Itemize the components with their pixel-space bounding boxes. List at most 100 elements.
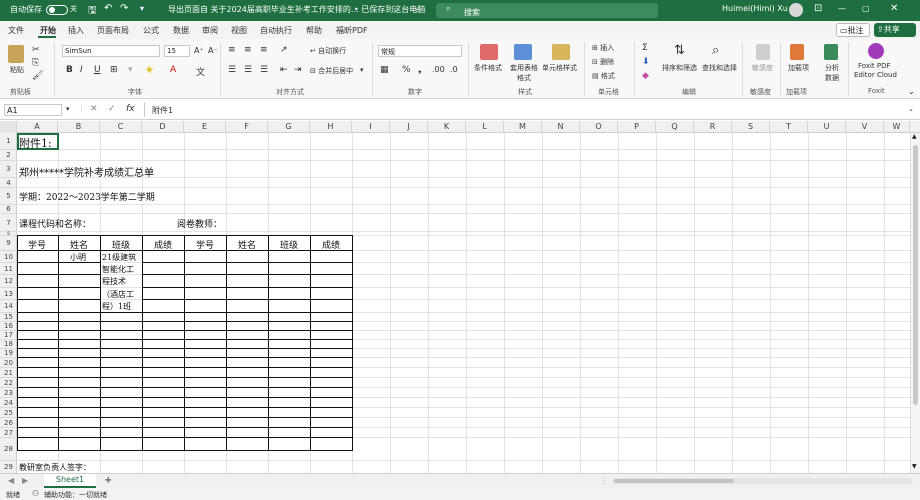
wrap-text-button[interactable]: ↵ 自动换行 bbox=[310, 46, 346, 56]
sheet-title[interactable]: 郑州*****学院补考成绩汇总单 bbox=[19, 164, 154, 179]
menu-view[interactable]: 视图 bbox=[231, 25, 247, 36]
redo-icon[interactable]: ↷ bbox=[120, 3, 128, 14]
cut-icon[interactable]: ✂ bbox=[32, 45, 40, 55]
underline-button[interactable]: U bbox=[94, 65, 101, 75]
horizontal-scrollbar[interactable] bbox=[612, 478, 912, 484]
maximize-icon[interactable]: ▢ bbox=[862, 4, 870, 13]
row-header[interactable]: 15 bbox=[0, 313, 17, 322]
align-top-icon[interactable]: ≡ bbox=[228, 45, 236, 55]
enter-icon[interactable]: ✓ bbox=[108, 104, 116, 114]
hscroll-thumb[interactable] bbox=[614, 479, 734, 483]
cell-styles-icon[interactable] bbox=[552, 44, 570, 60]
column-header[interactable]: J bbox=[390, 121, 428, 133]
menu-help[interactable]: 帮助 bbox=[306, 25, 322, 36]
row-header[interactable]: 12 bbox=[0, 275, 17, 288]
comments-button[interactable]: ▭批注 bbox=[836, 23, 870, 37]
merge-dropdown-icon[interactable]: ▾ bbox=[360, 66, 364, 74]
row-header[interactable]: 20 bbox=[0, 358, 17, 368]
analyze-data-icon[interactable] bbox=[824, 44, 838, 60]
bold-button[interactable]: B bbox=[66, 65, 73, 75]
column-header[interactable]: O bbox=[580, 121, 618, 133]
menu-formulas[interactable]: 公式 bbox=[143, 25, 159, 36]
next-sheet-icon[interactable]: ▶ bbox=[22, 476, 28, 485]
undo-icon[interactable]: ↶ bbox=[104, 3, 112, 14]
row-header[interactable]: 3 bbox=[0, 161, 17, 178]
save-icon[interactable]: 🖫 bbox=[88, 3, 97, 20]
term-label[interactable]: 学期：2022～2023学年第二学期 bbox=[19, 190, 155, 203]
course-label[interactable]: 课程代码和名称： bbox=[19, 217, 91, 230]
format-painter-icon[interactable]: 🖌 bbox=[32, 71, 43, 81]
menu-foxit-pdf[interactable]: 福昕PDF bbox=[336, 25, 368, 36]
row-header[interactable]: 19 bbox=[0, 349, 17, 358]
share-button[interactable]: ⇪共享 bbox=[874, 23, 916, 37]
paste-icon[interactable] bbox=[8, 45, 24, 63]
row-header[interactable]: 11 bbox=[0, 263, 17, 275]
row-header[interactable]: 13 bbox=[0, 288, 17, 300]
border-icon[interactable]: ⊞ bbox=[110, 65, 118, 75]
menu-page-layout[interactable]: 页面布局 bbox=[97, 25, 129, 36]
scroll-down-icon[interactable]: ▼ bbox=[912, 463, 917, 470]
sort-filter-label[interactable]: 排序和筛选 bbox=[662, 63, 697, 73]
conditional-format-icon[interactable] bbox=[480, 44, 498, 60]
orientation-icon[interactable]: ↗ bbox=[280, 45, 288, 55]
menu-review[interactable]: 审阅 bbox=[202, 25, 218, 36]
column-header[interactable]: I bbox=[352, 121, 390, 133]
column-header[interactable]: B bbox=[58, 121, 100, 133]
border-dropdown-icon[interactable]: ▾ bbox=[128, 65, 133, 75]
column-header[interactable]: D bbox=[142, 121, 184, 133]
sheet-tab-sheet1[interactable]: Sheet1 bbox=[44, 474, 96, 488]
row-header[interactable]: 1 bbox=[0, 133, 17, 150]
column-header[interactable]: K bbox=[428, 121, 466, 133]
decrease-decimal-icon[interactable]: .0 bbox=[450, 65, 458, 74]
cell-styles-label[interactable]: 单元格样式 bbox=[542, 63, 577, 73]
percent-icon[interactable]: % bbox=[402, 65, 411, 75]
foxit-label-1[interactable]: Foxit PDF bbox=[858, 62, 891, 70]
class-line[interactable]: 智能化工 bbox=[102, 264, 134, 275]
row-header[interactable]: 2 bbox=[0, 150, 17, 161]
close-icon[interactable]: ✕ bbox=[890, 3, 898, 14]
italic-button[interactable]: I bbox=[80, 65, 83, 75]
class-line[interactable]: 21级建筑 bbox=[102, 252, 136, 263]
column-header[interactable]: M bbox=[504, 121, 542, 133]
menu-data[interactable]: 数据 bbox=[173, 25, 189, 36]
menu-home[interactable]: 开始 bbox=[40, 25, 56, 36]
find-select-icon[interactable]: ⌕ bbox=[712, 43, 719, 58]
addins-icon[interactable] bbox=[790, 44, 804, 60]
insert-function-icon[interactable]: fx bbox=[126, 104, 135, 114]
formula-input[interactable]: 附件1 bbox=[152, 105, 173, 116]
row-header[interactable]: 9 bbox=[0, 236, 17, 251]
phonetic-icon[interactable]: 文 bbox=[196, 65, 205, 78]
row-header[interactable]: 7 bbox=[0, 214, 17, 232]
menu-automate[interactable]: 自动执行 bbox=[260, 25, 292, 36]
menu-insert[interactable]: 插入 bbox=[68, 25, 84, 36]
align-bottom-icon[interactable]: ≡ bbox=[260, 45, 268, 55]
ribbon-display-icon[interactable]: ⊡ bbox=[814, 3, 822, 14]
menu-file[interactable]: 文件 bbox=[8, 25, 24, 36]
sensitivity-label[interactable]: 敏感度 bbox=[752, 63, 773, 73]
column-header[interactable]: R bbox=[694, 121, 732, 133]
teacher-label[interactable]: 阅卷教师： bbox=[177, 217, 222, 230]
number-format-select[interactable]: 常规 bbox=[378, 45, 462, 57]
scroll-up-icon[interactable]: ▲ bbox=[912, 133, 917, 140]
row-header[interactable]: 6 bbox=[0, 205, 17, 214]
indent-icon[interactable]: ⇤ bbox=[280, 65, 288, 75]
clear-icon[interactable]: ◆ bbox=[642, 71, 649, 81]
expand-formula-icon[interactable]: ⌄ bbox=[908, 105, 914, 113]
accounting-icon[interactable]: ▦ bbox=[380, 65, 389, 75]
autosave-toggle[interactable] bbox=[46, 5, 68, 15]
tab-more-icon[interactable]: ⋮ bbox=[600, 476, 608, 485]
search-box[interactable]: ⌕ 搜索 bbox=[436, 3, 658, 18]
font-color-icon[interactable]: A bbox=[170, 65, 176, 75]
copy-icon[interactable]: ⎘ bbox=[32, 58, 39, 68]
row-header[interactable]: 28 bbox=[0, 438, 17, 461]
delete-cells-button[interactable]: ⊟ 删除 bbox=[592, 57, 614, 67]
sensitivity-icon[interactable] bbox=[756, 44, 770, 60]
column-header[interactable]: H bbox=[310, 121, 352, 133]
row-header[interactable]: 10 bbox=[0, 251, 17, 263]
fill-icon[interactable]: ⬇ bbox=[642, 57, 650, 67]
select-all-corner[interactable] bbox=[0, 121, 17, 133]
foxit-label-2[interactable]: Editor Cloud bbox=[854, 71, 897, 79]
column-header[interactable]: T bbox=[770, 121, 808, 133]
row-header[interactable]: 14 bbox=[0, 300, 17, 313]
column-header[interactable]: V bbox=[846, 121, 884, 133]
